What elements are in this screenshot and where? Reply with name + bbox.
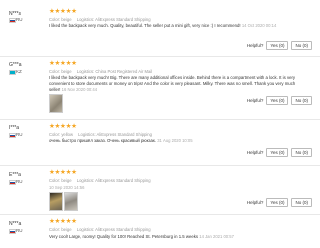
helpful-controls: Helpful? Yes (0) No (0)	[247, 41, 312, 50]
reviewer-name: E***a	[9, 172, 21, 178]
divider	[0, 119, 320, 120]
helpful-yes-button[interactable]: Yes (0)	[266, 41, 289, 50]
review-item: G***a KZ ★★★★★ Color: beige Logistics: C…	[0, 56, 320, 120]
logistics-label: Logistics: AliExpress Standard Shipping	[76, 178, 151, 183]
helpful-label: Helpful?	[246, 43, 264, 48]
helpful-no-button[interactable]: No (0)	[291, 198, 312, 207]
review-item: E***a RU ★★★★★ Color: beige Logistics: A…	[0, 165, 320, 211]
star-rating: ★★★★★	[49, 123, 77, 130]
review-date: 31 Aug 2020 10:05	[157, 138, 193, 143]
helpful-no-button[interactable]: No (0)	[291, 96, 312, 105]
helpful-label: Helpful?	[246, 150, 264, 155]
review-photo-thumbnail[interactable]	[64, 192, 78, 211]
review-body: Very cool! Large, roomy! Quality for 100…	[49, 234, 199, 239]
review-body: очень быстро пришёл заказ. Очень красивы…	[49, 138, 156, 143]
review-meta: Color: beige Logistics: AliExpress Stand…	[49, 17, 151, 22]
reviewer-country: RU	[16, 228, 23, 233]
review-text: I liked the backpack very much! Big. The…	[49, 75, 307, 93]
helpful-no-button[interactable]: No (0)	[291, 41, 312, 50]
helpful-controls: Helpful? Yes (0) No (0)	[247, 198, 312, 207]
reviewer-country: KZ	[16, 69, 22, 74]
review-text: очень быстро пришёл заказ. Очень красивы…	[49, 138, 307, 144]
review-date: 10 Sep 2020 14:56	[49, 185, 85, 190]
review-text: Very cool! Large, roomy! Quality for 100…	[49, 234, 307, 240]
review-meta: Color: beige Logistics: AliExpress Stand…	[49, 227, 151, 232]
review-text: I liked the backpack very much. Quality,…	[49, 23, 307, 29]
country-flag-icon	[9, 18, 16, 23]
reviewer-country: RU	[16, 17, 23, 22]
review-photo-thumbnail[interactable]	[49, 192, 63, 211]
star-rating: ★★★★★	[49, 169, 77, 176]
helpful-controls: Helpful? Yes (0) No (0)	[247, 148, 312, 157]
star-rating: ★★★★★	[49, 8, 77, 15]
country-flag-icon	[9, 180, 16, 185]
helpful-yes-button[interactable]: Yes (0)	[266, 96, 289, 105]
reviewer-country: RU	[16, 179, 23, 184]
divider	[0, 56, 320, 57]
review-body: I liked the backpack very much. Quality,…	[49, 23, 241, 28]
star-rating: ★★★★★	[49, 60, 77, 67]
review-text: 10 Sep 2020 14:56	[49, 185, 307, 191]
divider	[0, 165, 320, 166]
review-date: 16 Nov 2020 00:44	[61, 87, 98, 92]
divider	[0, 214, 320, 215]
logistics-label: Logistics: AliExpress Standard Shipping	[76, 17, 151, 22]
country-flag-icon	[9, 70, 16, 75]
logistics-label: Logistics: China Post Registered Air Mai…	[76, 69, 153, 74]
country-flag-icon	[9, 133, 16, 138]
review-meta: Color: beige Logistics: China Post Regis…	[49, 69, 152, 74]
helpful-label: Helpful?	[246, 98, 264, 103]
helpful-controls: Helpful? Yes (0) No (0)	[247, 96, 312, 105]
logistics-label: Logistics: AliExpress Standard Shipping	[76, 227, 151, 232]
color-label: Color: yellow	[49, 132, 73, 137]
review-photo-thumbnail[interactable]	[49, 94, 63, 113]
review-item: N***a RU ★★★★★ Color: beige Logistics: A…	[0, 214, 320, 248]
color-label: Color: beige	[49, 178, 72, 183]
color-label: Color: beige	[49, 69, 72, 74]
helpful-yes-button[interactable]: Yes (0)	[266, 148, 289, 157]
color-label: Color: beige	[49, 227, 72, 232]
star-rating: ★★★★★	[49, 218, 77, 225]
reviewer-name: G***a	[9, 62, 22, 68]
review-item: N***s RU ★★★★★ Color: beige Logistics: A…	[0, 0, 320, 50]
review-meta: Color: yellow Logistics: AliExpress Stan…	[49, 132, 152, 137]
review-date: 14 Oct 2020 00:14	[241, 23, 277, 28]
reviewer-country: RU	[16, 132, 23, 137]
review-meta: Color: beige Logistics: AliExpress Stand…	[49, 178, 151, 183]
color-label: Color: beige	[49, 17, 72, 22]
helpful-no-button[interactable]: No (0)	[291, 148, 312, 157]
helpful-yes-button[interactable]: Yes (0)	[266, 198, 289, 207]
review-date: 14 Jan 2021 00:57	[199, 234, 234, 239]
reviewer-name: I***a	[9, 125, 20, 131]
helpful-label: Helpful?	[246, 200, 264, 205]
logistics-label: Logistics: AliExpress Standard Shipping	[78, 132, 152, 137]
reviewer-name: N***a	[9, 221, 22, 227]
review-item: I***a RU ★★★★★ Color: yellow Logistics: …	[0, 119, 320, 161]
country-flag-icon	[9, 229, 16, 234]
